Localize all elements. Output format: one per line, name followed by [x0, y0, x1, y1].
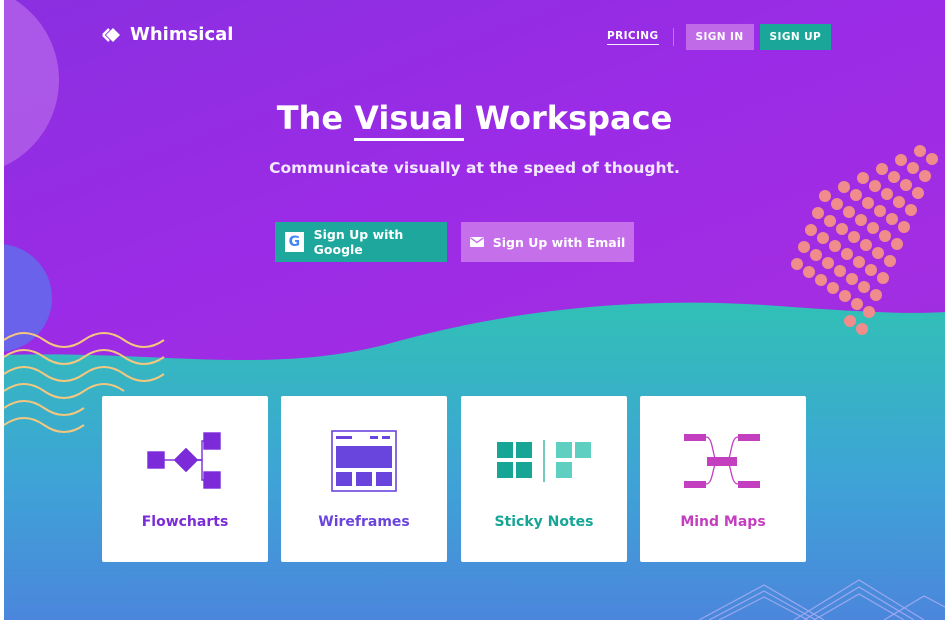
title-post: Workspace	[474, 99, 673, 137]
diamond-logo-icon	[102, 27, 120, 42]
decor-dot	[834, 265, 846, 277]
decor-dot	[812, 207, 824, 219]
google-icon: G	[285, 232, 304, 252]
top-nav: PRICING SIGN IN SIGN UP	[607, 24, 832, 50]
decor-dot	[851, 298, 863, 310]
decor-dot	[912, 187, 924, 199]
decor-dot	[819, 190, 831, 202]
sticky-notes-icon	[497, 440, 591, 482]
decor-dot	[858, 281, 870, 293]
sign-up-button[interactable]: SIGN UP	[759, 24, 832, 50]
card-label-mind-maps: Mind Maps	[680, 514, 766, 530]
hero-title: The Visual Workspace	[4, 99, 945, 141]
decor-dot	[843, 206, 855, 218]
decor-circle	[4, 0, 59, 167]
decor-dot	[900, 179, 912, 191]
decor-dot	[867, 222, 879, 234]
decor-dot	[884, 255, 896, 267]
decor-dot	[810, 249, 822, 261]
email-button-label: Sign Up with Email	[492, 234, 626, 250]
decor-dot	[905, 204, 917, 216]
card-mind-maps[interactable]: Mind Maps	[640, 396, 806, 562]
card-wireframes[interactable]: Wireframes	[281, 396, 447, 562]
pricing-link[interactable]: PRICING	[607, 30, 659, 45]
decor-dot	[872, 247, 884, 259]
decor-dot	[891, 238, 903, 250]
decor-dot	[824, 215, 836, 227]
brand-logo[interactable]: Whimsical	[100, 24, 233, 45]
decor-dot	[844, 315, 856, 327]
card-flowcharts[interactable]: Flowcharts	[102, 396, 268, 562]
decor-dot	[848, 231, 860, 243]
decor-dot	[817, 232, 829, 244]
hero-background: Whimsical PRICING SIGN IN SIGN UP The Vi…	[4, 0, 945, 620]
title-emphasis: Visual	[354, 99, 464, 141]
decor-dot	[836, 223, 848, 235]
sign-in-button[interactable]: SIGN IN	[685, 24, 754, 50]
mind-map-icon	[684, 434, 760, 488]
decor-dot	[865, 264, 877, 276]
nav-divider	[672, 28, 674, 46]
decor-dot	[877, 272, 889, 284]
card-label-wireframes: Wireframes	[318, 514, 410, 530]
sign-up-google-button[interactable]: G Sign Up with Google	[275, 222, 447, 262]
decor-dot	[850, 189, 862, 201]
decor-dot	[815, 274, 827, 286]
decor-dot	[798, 241, 810, 253]
decor-dot	[898, 221, 910, 233]
decor-dot	[838, 181, 850, 193]
decor-dot	[879, 230, 891, 242]
hero-subtitle: Communicate visually at the speed of tho…	[269, 159, 680, 177]
title-pre: The	[276, 99, 344, 137]
decor-dot	[860, 239, 872, 251]
decor-dot	[874, 205, 886, 217]
decor-dot	[803, 266, 815, 278]
decor-dot	[881, 188, 893, 200]
flowchart-icon	[147, 432, 221, 489]
decor-dot	[829, 240, 841, 252]
decor-dot	[805, 224, 817, 236]
card-sticky-notes[interactable]: Sticky Notes	[461, 396, 627, 562]
decor-dot	[855, 214, 867, 226]
wireframe-icon	[331, 430, 397, 492]
decor-dot	[831, 198, 843, 210]
decor-dot	[822, 257, 834, 269]
decor-dot	[841, 248, 853, 260]
decor-dot	[914, 145, 926, 157]
decor-dot	[791, 258, 803, 270]
decor-dot	[886, 213, 898, 225]
decor-dot	[869, 180, 881, 192]
sign-up-email-button[interactable]: Sign Up with Email	[461, 222, 634, 262]
decor-dot	[856, 323, 868, 335]
decor-dot	[870, 289, 882, 301]
decor-dot	[827, 282, 839, 294]
decor-dot	[863, 306, 875, 318]
google-button-label: Sign Up with Google	[313, 227, 404, 257]
card-label-flowcharts: Flowcharts	[141, 514, 229, 530]
decor-dot	[893, 196, 905, 208]
google-letter: G	[288, 234, 301, 250]
decor-dot	[846, 273, 858, 285]
mail-icon	[469, 237, 484, 247]
card-label-sticky-notes: Sticky Notes	[494, 514, 594, 530]
decor-dot	[839, 290, 851, 302]
decor-dot	[853, 256, 865, 268]
brand-name: Whimsical	[130, 24, 234, 45]
decor-dot	[862, 197, 874, 209]
